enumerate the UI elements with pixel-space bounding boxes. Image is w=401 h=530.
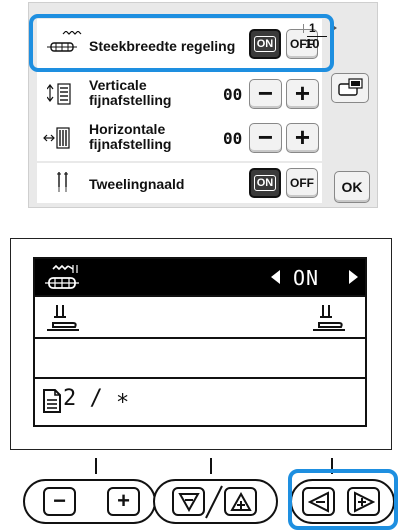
stitch-width-highlight-frame bbox=[29, 14, 334, 72]
triangle-plus-icon bbox=[230, 491, 252, 517]
vertical-plus-button[interactable]: + bbox=[286, 79, 319, 109]
horizontal-label-line2: fijnafstelling bbox=[89, 136, 172, 152]
minus-key[interactable]: − bbox=[43, 487, 76, 516]
lcd-row-presser-foot bbox=[35, 297, 365, 339]
lcd-row-stitch-width: ON bbox=[35, 259, 365, 297]
twin-needle-off-button[interactable]: OFF bbox=[286, 168, 318, 198]
up-plus-key[interactable] bbox=[224, 487, 257, 516]
key-pointer-1 bbox=[95, 458, 97, 474]
key-pointer-2 bbox=[210, 458, 212, 474]
twin-needle-on-button[interactable]: ON bbox=[249, 168, 281, 198]
horizontal-minus-button[interactable]: − bbox=[249, 123, 282, 153]
vertical-minus-button[interactable]: − bbox=[249, 79, 282, 109]
vertical-value: 00 bbox=[223, 85, 243, 104]
horizontal-value: 00 bbox=[223, 129, 243, 148]
lcd-right-arrow-icon bbox=[349, 270, 358, 284]
lcd-stitch-width-value: ON bbox=[293, 266, 320, 290]
slash-divider bbox=[204, 484, 224, 525]
horizontal-label-line1: Horizontale bbox=[89, 121, 166, 137]
horizontal-adjust-icon bbox=[43, 126, 73, 155]
plus-key[interactable]: + bbox=[107, 487, 140, 516]
twin-needle-label: Tweelingnaald bbox=[89, 176, 185, 192]
document-icon bbox=[42, 388, 62, 419]
vertical-adjust-icon bbox=[46, 82, 73, 111]
triangle-minus-icon bbox=[178, 492, 200, 517]
display-frame-icon bbox=[337, 78, 365, 103]
horizontal-plus-button[interactable]: + bbox=[286, 123, 319, 153]
display-settings-button[interactable] bbox=[331, 73, 369, 103]
arrow-keys-highlight-frame bbox=[288, 469, 398, 530]
down-minus-key[interactable] bbox=[172, 487, 205, 516]
lcd-frame: ON 2 / ∗ bbox=[10, 238, 392, 450]
ok-button[interactable]: OK bbox=[334, 171, 370, 203]
lcd-row-page: 2 / ∗ bbox=[35, 379, 365, 425]
vertical-label-line1: Verticale bbox=[89, 77, 147, 93]
lcd-page-text: 2 / ∗ bbox=[63, 386, 130, 411]
row-vertical-fine-adjust: Verticale fijnafstelling 00 − + bbox=[37, 71, 322, 116]
row-twin-needle: Tweelingnaald ON OFF bbox=[37, 163, 322, 203]
stitch-width-lcd-icon bbox=[43, 263, 85, 298]
vertical-label-line2: fijnafstelling bbox=[89, 92, 172, 108]
presser-foot-right-icon bbox=[311, 303, 347, 338]
twin-needle-icon bbox=[55, 171, 71, 198]
row-horizontal-fine-adjust: Horizontale fijnafstelling 00 − + bbox=[37, 116, 322, 161]
lcd-left-arrow-icon bbox=[271, 270, 280, 284]
lcd-display: ON 2 / ∗ bbox=[33, 257, 367, 427]
lcd-row-empty bbox=[35, 339, 365, 379]
presser-foot-left-icon bbox=[45, 303, 81, 338]
